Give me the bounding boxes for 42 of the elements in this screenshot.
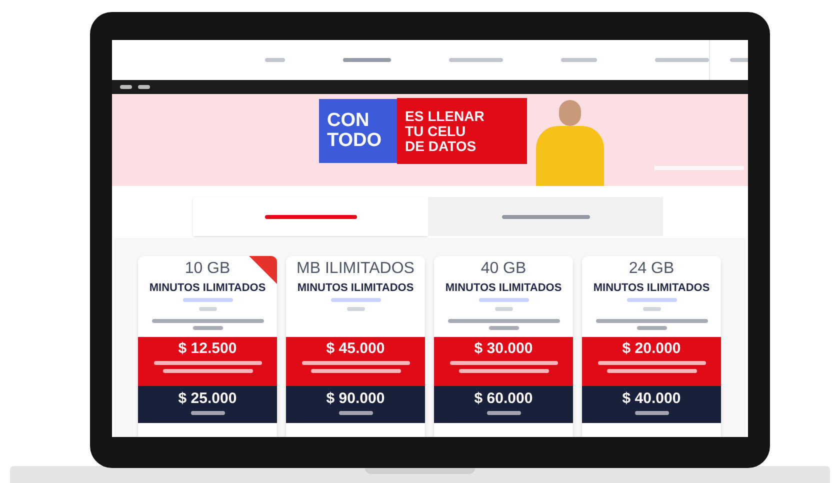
blurred-text <box>449 58 503 62</box>
promo-price: $ 20.000 <box>622 341 681 357</box>
tab[interactable] <box>193 197 428 236</box>
headline-text: CON TODO <box>327 111 383 151</box>
blurred-text <box>343 58 391 62</box>
blurred-text <box>120 85 132 89</box>
regular-price: $ 60.000 <box>474 391 533 407</box>
blurred-text <box>655 58 709 62</box>
regular-price: $ 25.000 <box>178 391 237 407</box>
blurred-text <box>198 307 216 311</box>
plan-subtitle: MINUTOS ILIMITADOS <box>445 282 562 294</box>
plan-title: MB ILIMITADOS <box>296 260 414 278</box>
tab[interactable] <box>428 197 663 236</box>
promo-price: $ 45.000 <box>326 341 385 357</box>
blurred-text <box>561 58 597 62</box>
blurred-text <box>192 326 222 330</box>
plan-title: 24 GB <box>628 260 674 278</box>
blurred-text <box>488 326 518 330</box>
headline-text: ES LLENAR TU CELU DE DATOS <box>405 108 484 154</box>
plan-subtitle: MINUTOS ILIMITADOS <box>593 282 710 294</box>
blurred-text <box>486 411 520 415</box>
blurred-text <box>338 411 372 415</box>
blurred-text <box>626 298 676 302</box>
regular-price: $ 90.000 <box>326 391 385 407</box>
blurred-text <box>636 326 666 330</box>
blurred-text <box>642 307 660 311</box>
promo-price: $ 30.000 <box>474 341 533 357</box>
blurred-text <box>182 298 232 302</box>
plan-subtitle: MINUTOS ILIMITADOS <box>149 282 266 294</box>
regular-price: $ 40.000 <box>622 391 681 407</box>
plan-title: 10 GB <box>184 260 230 278</box>
blurred-text <box>330 298 380 302</box>
blurred-text <box>346 307 364 311</box>
blurred-text <box>478 298 528 302</box>
blurred-text <box>190 411 224 415</box>
blurred-text <box>494 307 512 311</box>
blurred-text <box>138 85 150 89</box>
blurred-text <box>634 411 668 415</box>
promo-price: $ 12.500 <box>178 341 237 357</box>
blurred-text <box>265 58 285 62</box>
plan-subtitle: MINUTOS ILIMITADOS <box>297 282 414 294</box>
plan-title: 40 GB <box>480 260 526 278</box>
